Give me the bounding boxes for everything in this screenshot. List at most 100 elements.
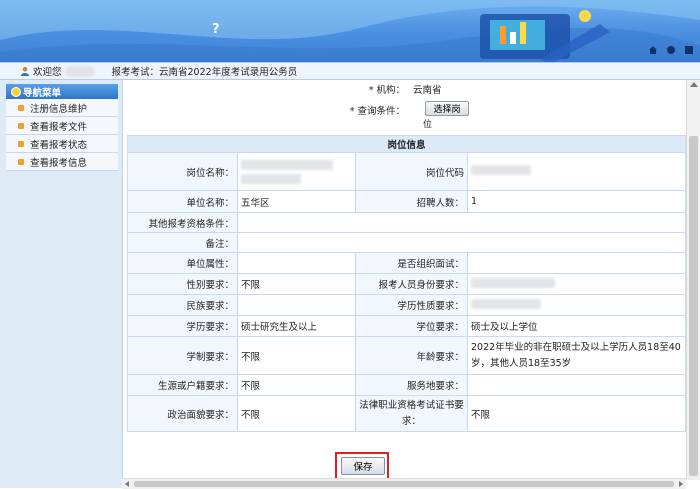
redacted-text — [241, 159, 333, 170]
cell-value — [237, 294, 356, 316]
select-position-button-wrap: 位 — [423, 120, 433, 130]
sidebar-item-exam-files[interactable]: 查看报考文件 — [6, 117, 118, 135]
cell-value: 不限 — [237, 395, 356, 432]
sidebar-header-label: 导航菜单 — [23, 87, 62, 99]
scroll-right-icon[interactable] — [679, 481, 683, 487]
table-title: 岗位信息 — [126, 135, 687, 153]
cell-key: 服务地要求： — [355, 374, 468, 396]
breadcrumb: 报考考试：云南省2022年度考试录用公务员 — [111, 67, 298, 78]
scroll-left-icon[interactable] — [125, 481, 129, 487]
cell-value: 硕士研究生及以上 — [237, 315, 356, 337]
cell-key: 岗位代码 — [355, 152, 468, 191]
cell-key: 法律职业资格考试证书要求： — [355, 395, 468, 432]
query-label: * 查询条件： — [349, 106, 405, 117]
table-row: 政治面貌要求： 不限 法律职业资格考试证书要求： 不限 — [127, 395, 687, 432]
table-row: 学制要求： 不限 年龄要求： 2022年毕业的非在职硕士及以上学历人员18至40… — [127, 336, 687, 375]
sidebar-item-register-info[interactable]: 注册信息维护 — [6, 99, 118, 117]
sidebar-item-label: 查看报考状态 — [30, 139, 88, 151]
cell-key: 学历要求： — [127, 315, 238, 337]
bullet-icon — [18, 140, 24, 147]
scrollbar-thumb[interactable] — [689, 136, 698, 476]
cell-key: 民族要求： — [127, 294, 238, 316]
cell-value: 不限 — [237, 374, 356, 396]
table-row: 备注： — [127, 232, 687, 253]
cell-value: 硕士及以上学位 — [466, 315, 687, 337]
sidebar-item-label: 注册信息维护 — [30, 103, 88, 115]
vertical-scrollbar[interactable] — [686, 80, 700, 480]
table-row: 单位名称： 五华区 招聘人数： 1 — [127, 190, 687, 213]
table-title-row: 岗位信息 — [126, 135, 687, 153]
cell-key: 政治面貌要求： — [127, 395, 238, 432]
cell-value — [236, 232, 687, 253]
cell-value: 五华区 — [237, 190, 356, 213]
cell-value — [466, 374, 687, 396]
cell-value: 1 — [466, 190, 687, 213]
org-value: 云南省 — [413, 85, 442, 96]
bullet-icon — [18, 122, 24, 129]
home-icon[interactable] — [648, 45, 658, 55]
select-position-button[interactable]: 选择岗 — [425, 101, 469, 116]
cell-value: 不限 — [466, 395, 687, 432]
table-row: 学历要求： 硕士研究生及以上 学位要求： 硕士及以上学位 — [127, 315, 687, 337]
sidebar-item-exam-status[interactable]: 查看报考状态 — [6, 135, 118, 153]
cell-key: 学制要求： — [127, 336, 238, 375]
redacted-text — [471, 298, 541, 309]
cell-key: 学位要求： — [355, 315, 468, 337]
topbar-icons — [648, 42, 694, 58]
cell-key: 单位属性： — [127, 252, 238, 274]
cell-value — [466, 252, 687, 274]
sidebar-header: 导航菜单 — [6, 84, 118, 99]
cell-key: 是否组织面试： — [355, 252, 468, 274]
save-button[interactable]: 保存 — [341, 457, 385, 475]
welcome-bar: 欢迎您 报考考试：云南省2022年度考试录用公务员 — [0, 62, 700, 80]
welcome-text: 欢迎您 — [33, 67, 62, 78]
cell-value: 不限 — [237, 273, 356, 295]
bullet-icon — [18, 104, 24, 111]
cell-key: 学历性质要求： — [355, 294, 468, 316]
username-redacted — [65, 65, 94, 77]
top-banner: ? — [0, 0, 700, 62]
redacted-text — [471, 165, 531, 175]
bullet-icon — [18, 158, 24, 165]
table-row: 岗位名称： 岗位代码 — [127, 152, 687, 191]
logout-icon[interactable] — [684, 45, 694, 55]
position-info-table: 岗位信息 岗位名称： 岗位代码 单位名称： 五华区 招聘人数： 1 其他报考资格… — [126, 135, 687, 432]
table-row: 生源或户籍要求： 不限 服务地要求： — [127, 374, 687, 396]
sidebar-item-label: 查看报考文件 — [30, 121, 88, 133]
table-row: 其他报考资格条件： — [127, 212, 687, 233]
main-content: * 机构： 云南省 * 查询条件： 选择岗 位 岗位信息 岗位名称： 岗位代码 … — [123, 80, 687, 478]
cell-key: 岗位名称： — [127, 152, 238, 191]
cell-value: 不限 — [237, 336, 356, 375]
table-row: 民族要求： 学历性质要求： — [127, 294, 687, 316]
cell-value — [236, 212, 687, 233]
cell-key: 生源或户籍要求： — [127, 374, 238, 396]
cell-value-redacted — [466, 294, 687, 316]
scroll-up-icon[interactable] — [690, 82, 698, 87]
cell-key: 其他报考资格条件： — [127, 212, 238, 233]
cell-key: 报考人员身份要求： — [355, 273, 468, 295]
cell-key: 性别要求： — [127, 273, 238, 295]
banner-logo: ? — [212, 22, 220, 37]
cell-key: 单位名称： — [127, 190, 238, 213]
sidebar-item-exam-info[interactable]: 查看报考信息 — [6, 153, 118, 171]
cell-value — [237, 252, 356, 274]
menu-dot-icon — [11, 86, 21, 97]
cell-key: 备注： — [127, 232, 238, 253]
table-row: 单位属性： 是否组织面试： — [127, 252, 687, 274]
horizontal-scrollbar[interactable] — [122, 478, 686, 489]
banner-background — [0, 0, 700, 62]
redacted-text — [241, 173, 301, 184]
org-label: * 机构： — [368, 85, 405, 96]
sidebar-item-label: 查看报考信息 — [30, 157, 88, 169]
sidebar: 导航菜单 注册信息维护 查看报考文件 查看报考状态 查看报考信息 — [0, 80, 123, 488]
user-icon — [21, 66, 29, 76]
cell-value: 2022年毕业的非在职硕士及以上学历人员18至40岁，其他人员18至35岁 — [466, 336, 687, 375]
table-row: 性别要求： 不限 报考人员身份要求： — [127, 273, 687, 295]
cell-value-redacted — [466, 273, 687, 295]
cell-key: 招聘人数： — [355, 190, 468, 213]
scrollbar-thumb[interactable] — [134, 481, 674, 487]
cell-value-redacted — [466, 152, 687, 191]
cell-value-redacted — [237, 152, 356, 191]
redacted-text — [471, 277, 555, 288]
help-icon[interactable] — [666, 45, 676, 55]
